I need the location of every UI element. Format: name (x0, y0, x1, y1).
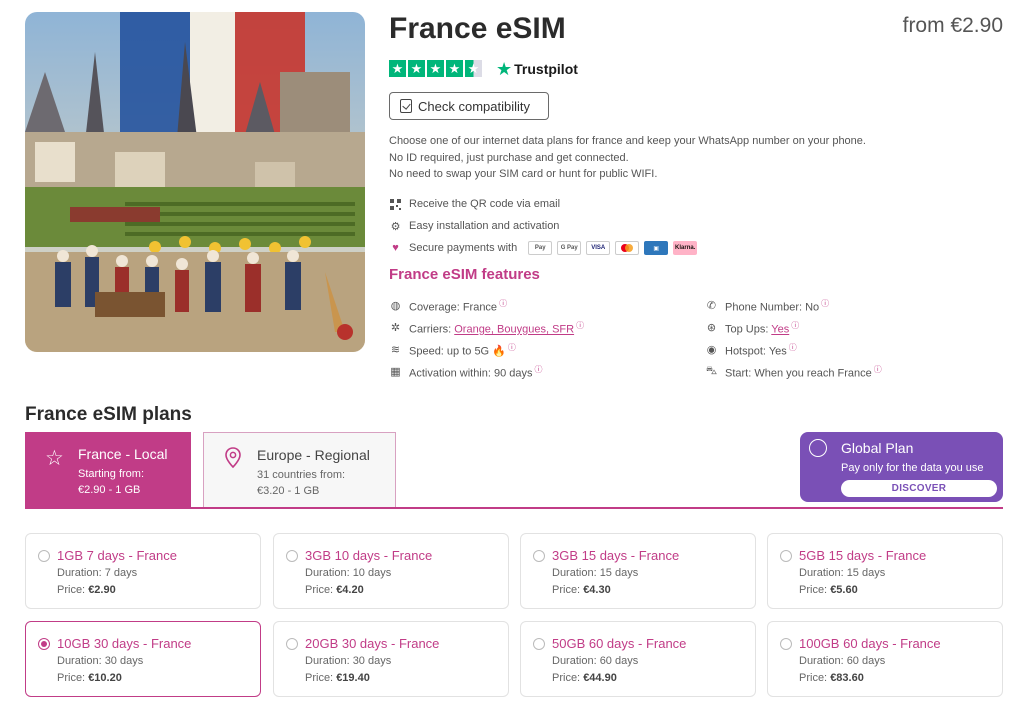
feature-activation: ▦ Activation within: 90 days ⓘ (390, 365, 543, 380)
feature-carriers: ✲ Carriers: Orange, Bouygues, SFR ⓘ (390, 321, 585, 336)
info-icon[interactable]: ⓘ (821, 299, 829, 308)
topup-icon: ⊛ (706, 322, 717, 335)
mastercard-icon (615, 241, 640, 255)
gear-icon: ⚙ (390, 220, 401, 233)
plan-card-selected[interactable]: 10GB 30 days - France Duration: 30 days … (25, 621, 261, 697)
secure-icon: ♥ (392, 242, 399, 254)
info-icon[interactable]: ⓘ (508, 343, 516, 352)
plan-card[interactable]: 3GB 15 days - France Duration: 15 days P… (520, 533, 756, 609)
plan-radio[interactable] (533, 638, 545, 650)
feature-hotspot: ◉ Hotspot: Yes ⓘ (706, 343, 797, 358)
globe-icon (809, 439, 827, 457)
feature-speed: ≋ Speed: up to 5G 🔥 ⓘ (390, 343, 516, 358)
plan-card[interactable]: 20GB 30 days - France Duration: 30 days … (273, 621, 509, 697)
feature-coverage: ◍ Coverage: France ⓘ (390, 299, 508, 314)
car-icon: ⛍ (705, 364, 718, 377)
feature-phone-number: ✆ Phone Number: No ⓘ (706, 299, 830, 314)
info-icon[interactable]: ⓘ (789, 343, 797, 352)
payment-methods: Pay G Pay VISA ▣ Klarna. (528, 241, 698, 255)
check-compatibility-button[interactable]: Check compatibility (389, 92, 549, 120)
trustpilot-rating[interactable]: ★ ★ ★ ★ ★ ★ Trustpilot (389, 58, 578, 79)
benefit-item: Receive the QR code via email (389, 193, 697, 215)
star-icon: ★ (427, 60, 444, 77)
globe-icon: ◍ (390, 300, 401, 313)
plan-card[interactable]: 100GB 60 days - France Duration: 60 days… (767, 621, 1003, 697)
signal-icon: ≋ (390, 344, 401, 357)
carrier-icon: ✲ (390, 322, 401, 335)
discover-button[interactable]: DISCOVER (841, 480, 997, 497)
feature-start: ⛍ Start: When you reach France ⓘ (705, 364, 882, 380)
star-icon: ★ (446, 60, 463, 77)
plan-radio[interactable] (780, 550, 792, 562)
apple-pay-icon: Pay (528, 241, 553, 255)
benefit-item: ♥ Secure payments with Pay G Pay VISA ▣ … (389, 237, 698, 259)
plan-radio[interactable] (38, 550, 50, 562)
location-pin-icon (224, 447, 242, 475)
info-icon[interactable]: ⓘ (576, 321, 584, 330)
carriers-link[interactable]: Orange, Bouygues, SFR (454, 324, 574, 336)
visa-icon: VISA (586, 241, 611, 255)
plan-card[interactable]: 3GB 10 days - France Duration: 10 days P… (273, 533, 509, 609)
star-half-icon: ★ (465, 60, 482, 77)
feature-top-ups: ⊛ Top Ups: Yes ⓘ (706, 321, 800, 336)
tab-france-local[interactable]: ☆ France - Local Starting from: €2.90 - … (25, 432, 191, 508)
star-icon: ★ (389, 60, 406, 77)
plan-card[interactable]: 1GB 7 days - France Duration: 7 days Pri… (25, 533, 261, 609)
product-title: France eSIM (389, 12, 566, 45)
info-icon[interactable]: ⓘ (874, 365, 882, 374)
plan-radio[interactable] (286, 638, 298, 650)
plan-radio-selected[interactable] (38, 638, 50, 650)
global-plan-banner[interactable]: Global Plan Pay only for the data you us… (800, 432, 1003, 502)
plan-radio[interactable] (780, 638, 792, 650)
benefits-list: Receive the QR code via email ⚙ Easy ins… (389, 193, 698, 259)
price-from: from €2.90 (902, 14, 1003, 37)
plan-radio[interactable] (286, 550, 298, 562)
france-hero-image (25, 12, 365, 352)
hotspot-icon: ◉ (706, 344, 717, 357)
phone-icon: ✆ (706, 300, 717, 313)
klarna-icon: Klarna. (673, 241, 698, 255)
info-icon[interactable]: ⓘ (535, 365, 543, 374)
benefit-item: ⚙ Easy installation and activation (390, 220, 560, 233)
google-pay-icon: G Pay (557, 241, 582, 255)
star-outline-icon: ☆ (45, 447, 64, 470)
rating-stars: ★ ★ ★ ★ ★ (389, 60, 482, 77)
plans-title: France eSIM plans (25, 404, 192, 425)
top-ups-link[interactable]: Yes (771, 324, 789, 336)
info-icon[interactable]: ⓘ (499, 299, 507, 308)
calendar-icon: ▦ (390, 366, 401, 379)
trustpilot-star-icon: ★ (496, 58, 513, 79)
tab-europe-regional[interactable]: Europe - Regional 31 countries from: €3.… (203, 432, 396, 508)
checklist-icon (400, 99, 412, 113)
star-icon: ★ (408, 60, 425, 77)
info-icon[interactable]: ⓘ (791, 321, 799, 330)
tabs-divider (25, 507, 1003, 509)
plan-card[interactable]: 50GB 60 days - France Duration: 60 days … (520, 621, 756, 697)
plan-radio[interactable] (533, 550, 545, 562)
product-description: Choose one of our internet data plans fo… (389, 135, 866, 180)
features-title: France eSIM features (389, 266, 540, 283)
qr-code-icon (389, 198, 402, 211)
plan-card[interactable]: 5GB 15 days - France Duration: 15 days P… (767, 533, 1003, 609)
trustpilot-logo: ★ Trustpilot (496, 58, 578, 79)
amex-icon: ▣ (644, 241, 669, 255)
